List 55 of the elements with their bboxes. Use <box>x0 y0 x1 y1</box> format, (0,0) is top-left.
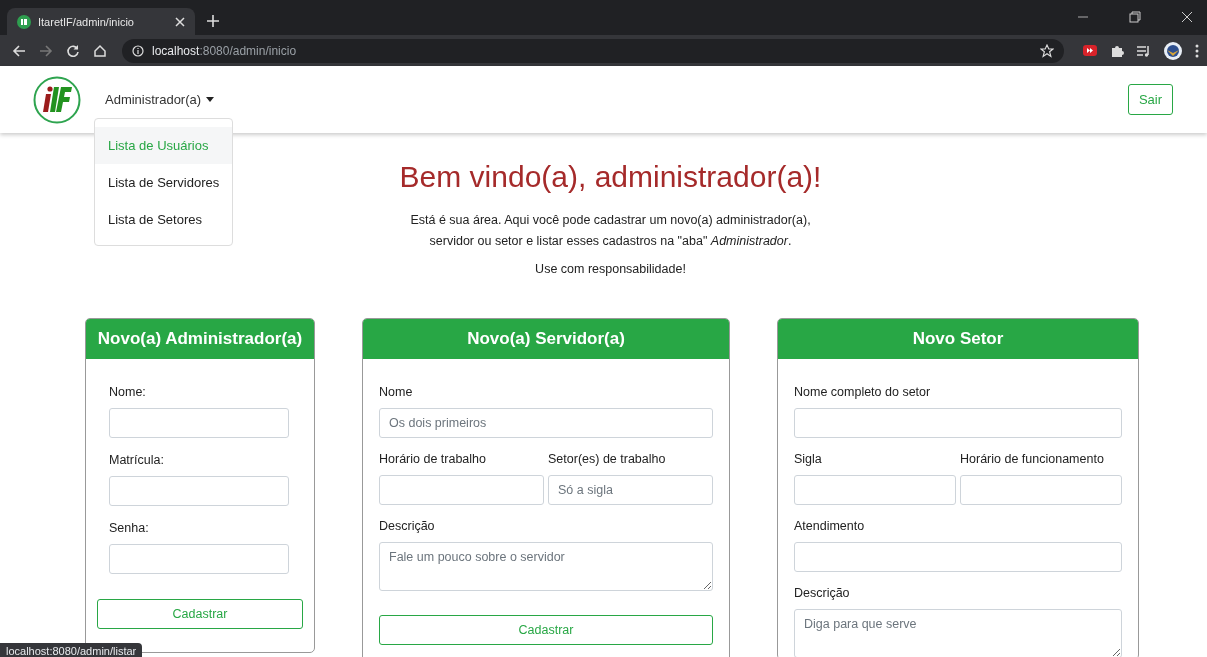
input-field[interactable] <box>794 475 956 505</box>
new-tab-icon[interactable] <box>207 15 219 27</box>
field-label: Sigla <box>794 452 823 466</box>
field-label: Horário de funcionamento <box>960 452 1105 466</box>
card-header: Novo Setor <box>778 319 1138 359</box>
caret-icon <box>206 97 215 102</box>
field-label: Nome completo do setor <box>794 385 932 399</box>
kebab-menu-icon[interactable] <box>1195 43 1199 58</box>
close-icon[interactable] <box>175 16 185 27</box>
card-header: Novo(a) Administrador(a) <box>86 319 314 359</box>
field-label: Nome <box>379 385 414 399</box>
field-label: Horário de trabalho <box>379 452 487 466</box>
admin-menu[interactable]: Administrador(a) <box>105 92 215 107</box>
input-field[interactable] <box>379 475 544 505</box>
dropdown-item[interactable]: Lista de Servidores <box>95 164 233 201</box>
field-label: Descrição <box>379 519 436 533</box>
restore-icon[interactable] <box>1129 11 1141 23</box>
field-label: Setor(es) de trabalho <box>548 452 667 466</box>
extension-icon[interactable] <box>1083 45 1097 56</box>
field-label: Atendimento <box>794 519 866 533</box>
puzzle-icon[interactable] <box>1110 43 1124 58</box>
back-icon[interactable] <box>12 43 26 58</box>
forward-icon[interactable] <box>39 43 53 58</box>
input-field[interactable]: Só a sigla <box>548 475 713 505</box>
input-field[interactable] <box>960 475 1122 505</box>
reload-icon[interactable] <box>66 43 80 58</box>
star-icon[interactable] <box>1040 43 1054 58</box>
close-icon[interactable] <box>1181 11 1193 23</box>
field-label: Descrição <box>794 586 851 600</box>
card-header: Novo(a) Servidor(a) <box>363 319 729 359</box>
browser-tab[interactable]: ItaretIF/admin/inicio <box>7 8 195 35</box>
info-icon <box>132 44 144 57</box>
logo-icon[interactable] <box>33 75 81 124</box>
avatar-icon[interactable] <box>1164 41 1182 60</box>
input-field[interactable] <box>109 544 289 574</box>
dropdown-item[interactable]: Lista de Setores <box>95 201 233 238</box>
url-text: localhost:8080/admin/inicio <box>152 43 297 58</box>
field-label: Matrícula: <box>109 453 165 467</box>
text-area[interactable]: Fale um pouco sobre o servidor <box>379 542 713 591</box>
field-label: Senha: <box>109 521 150 535</box>
address-bar[interactable]: localhost:8080/admin/inicio <box>122 38 1064 63</box>
welcome-title: Bem vindo(a), administrador(a)! <box>399 160 822 194</box>
input-field[interactable] <box>109 476 289 506</box>
input-field[interactable] <box>794 542 1122 572</box>
logo-icon <box>17 14 31 29</box>
field-label: Nome: <box>109 385 147 399</box>
tab-title: ItaretIF/admin/inicio <box>38 15 135 28</box>
playlist-icon[interactable] <box>1137 44 1151 57</box>
text-area[interactable]: Diga para que serve <box>794 609 1122 657</box>
home-icon[interactable] <box>93 43 107 58</box>
input-field[interactable]: Os dois primeiros <box>379 408 713 438</box>
intro-text: Está é sua área. Aqui você pode cadastrar um novo(a) administrador(a), servidor ou setor e listar esses cadastros na "aba" Administrador. <box>409 212 812 250</box>
note-text: Use com responsabilidade! <box>534 262 687 276</box>
input-field[interactable] <box>109 408 289 438</box>
input-field[interactable] <box>794 408 1122 438</box>
